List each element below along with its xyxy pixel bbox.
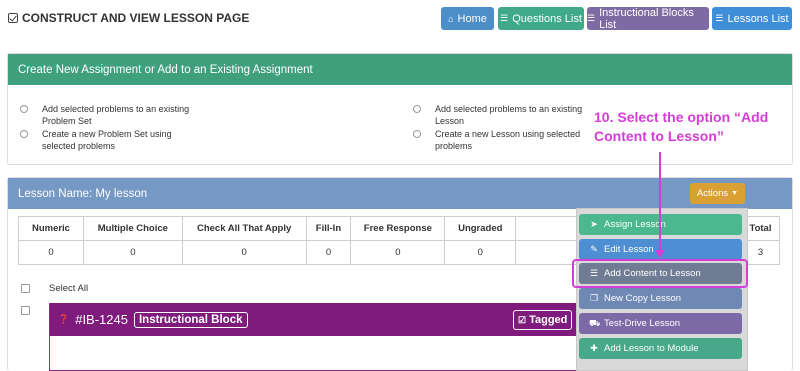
page-title-text: CONSTRUCT AND VIEW LESSON PAGE — [22, 11, 250, 25]
checkbox-icon — [8, 13, 18, 23]
questions-list-button[interactable]: ☰ Questions List — [498, 7, 584, 30]
radio-button[interactable] — [20, 105, 28, 113]
column-header: Free Response — [350, 216, 446, 241]
radio-button[interactable] — [413, 105, 421, 113]
copy-icon: ❐ — [589, 293, 599, 303]
lessons-list-button[interactable]: ☰ Lessons List — [712, 7, 792, 30]
send-icon: ➤ — [590, 219, 598, 229]
list-icon: ☰ — [587, 13, 596, 23]
option-new-lesson[interactable]: Create a new Lesson using selected probl… — [413, 128, 593, 152]
radio-button[interactable] — [413, 130, 421, 138]
column-header: Numeric — [18, 216, 84, 241]
plus-icon: ✚ — [590, 343, 598, 353]
caret-down-icon: ▼ — [731, 190, 739, 197]
block-type-badge: Instructional Block — [133, 311, 248, 328]
table-cell: 0 — [305, 240, 352, 265]
block-select-checkbox[interactable] — [21, 306, 30, 315]
question-icon: ❓ — [58, 314, 70, 324]
table-cell: 0 — [350, 240, 446, 265]
lesson-name-title: Lesson Name: My lesson — [8, 178, 792, 209]
checkbox-icon: ☑ — [518, 314, 527, 325]
option-add-to-problem-set[interactable]: Add selected problems to an existing Pro… — [20, 103, 200, 127]
home-button[interactable]: ⌂ Home — [441, 7, 494, 30]
option-new-problem-set[interactable]: Create a new Problem Set using selected … — [20, 128, 200, 152]
list-icon: ☰ — [500, 13, 509, 23]
instructional-blocks-list-button[interactable]: ☰ Instructional Blocks List — [587, 7, 709, 31]
select-all-label: Select All — [49, 283, 89, 294]
column-header: Check All That Apply — [181, 216, 307, 241]
arrow-line — [659, 152, 661, 251]
menu-item-new-copy-lesson[interactable]: ❐ New Copy Lesson — [579, 288, 742, 309]
home-icon: ⌂ — [448, 13, 454, 24]
tagged-badge[interactable]: ☑ Tagged — [513, 310, 573, 330]
assignment-panel-title: Create New Assignment or Add to an Exist… — [8, 54, 792, 85]
arrow-head-icon — [655, 250, 665, 258]
table-cell: 0 — [18, 240, 84, 265]
edit-icon: ✎ — [590, 244, 598, 254]
table-cell: 0 — [181, 240, 307, 265]
actions-dropdown-button[interactable]: Actions ▼ — [690, 183, 745, 204]
column-header: Fill-In — [305, 216, 352, 241]
column-header: Multiple Choice — [82, 216, 183, 241]
highlight-box — [572, 259, 748, 288]
radio-button[interactable] — [20, 130, 28, 138]
block-id: #IB-1245 — [75, 312, 128, 327]
list-icon: ☰ — [715, 13, 724, 23]
menu-item-test-drive-lesson[interactable]: ⛟ Test-Drive Lesson — [579, 313, 742, 334]
select-all-checkbox[interactable] — [21, 284, 30, 293]
column-header: Ungraded — [444, 216, 517, 241]
car-icon: ⛟ — [589, 317, 601, 328]
table-cell: 0 — [444, 240, 517, 265]
option-add-to-lesson[interactable]: Add selected problems to an existing Les… — [413, 103, 593, 127]
table-cell: 0 — [82, 240, 183, 265]
page-title: CONSTRUCT AND VIEW LESSON PAGE — [8, 11, 249, 25]
instruction-annotation: 10. Select the option “Add Content to Le… — [594, 109, 769, 144]
menu-item-add-lesson-to-module[interactable]: ✚ Add Lesson to Module — [579, 338, 742, 359]
